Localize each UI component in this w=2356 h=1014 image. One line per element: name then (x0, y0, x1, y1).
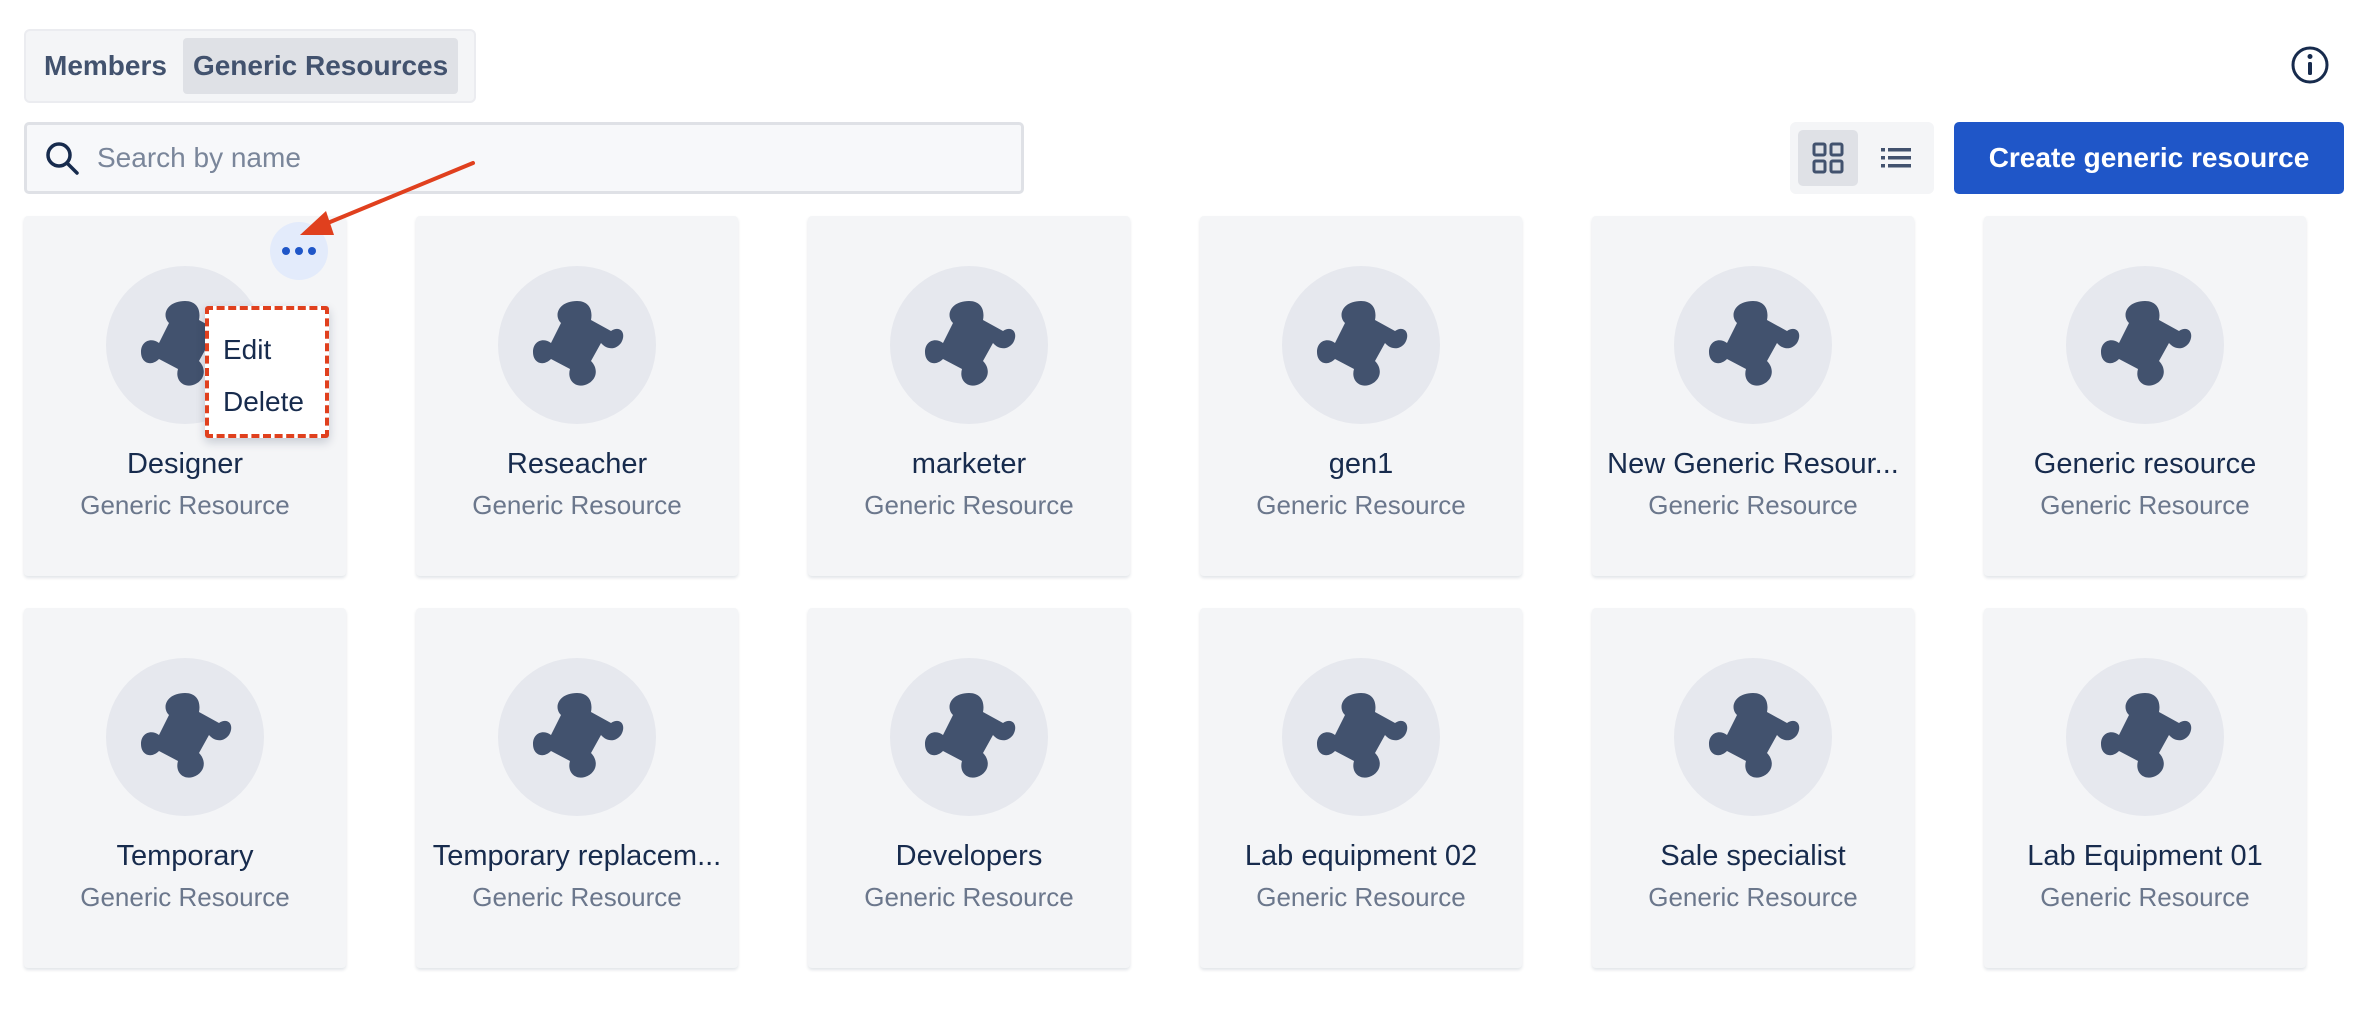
puzzle-icon (1317, 693, 1408, 778)
resource-card[interactable]: New Generic Resour... Generic Resource (1592, 216, 1914, 576)
resource-name: Lab equipment 02 (1244, 840, 1478, 872)
resource-avatar (106, 658, 264, 816)
grid-view-button[interactable] (1798, 130, 1858, 186)
resource-avatar (1674, 266, 1832, 424)
resource-card[interactable]: Temporary Generic Resource (24, 608, 346, 968)
view-toggle (1790, 122, 1934, 194)
resource-name: Sale specialist (1660, 840, 1846, 872)
resource-name: gen1 (1328, 448, 1394, 480)
resource-type: Generic Resource (80, 490, 290, 520)
resource-card[interactable]: gen1 Generic Resource (1200, 216, 1522, 576)
search-box (24, 122, 1024, 194)
resource-type: Generic Resource (80, 882, 290, 912)
resource-name: Developers (895, 840, 1043, 872)
resource-type: Generic Resource (1256, 882, 1466, 912)
resource-avatar (890, 658, 1048, 816)
resource-type: Generic Resource (864, 490, 1074, 520)
resource-card[interactable]: Generic resource Generic Resource (1984, 216, 2306, 576)
resource-avatar (498, 266, 656, 424)
resource-name: Reseacher (506, 448, 648, 480)
menu-item-delete[interactable]: Delete (223, 376, 325, 428)
resource-name: New Generic Resour... (1607, 448, 1899, 480)
resource-avatar (1674, 658, 1832, 816)
annotation-arrow (300, 161, 475, 235)
resource-card[interactable]: marketer Generic Resource (808, 216, 1130, 576)
puzzle-icon (141, 693, 232, 778)
resource-avatar (1282, 266, 1440, 424)
resource-card[interactable]: Reseacher Generic Resource (416, 216, 738, 576)
resource-card[interactable]: Lab equipment 02 Generic Resource (1200, 608, 1522, 968)
resource-card[interactable]: Developers Generic Resource (808, 608, 1130, 968)
puzzle-icon (1317, 301, 1408, 386)
resource-type: Generic Resource (2040, 490, 2250, 520)
puzzle-icon (1709, 693, 1800, 778)
search-icon (46, 142, 79, 175)
create-generic-resource-button[interactable]: Create generic resource (1954, 122, 2344, 194)
resource-name: marketer (911, 448, 1027, 480)
resource-card[interactable]: Sale specialist Generic Resource (1592, 608, 1914, 968)
list-view-icon (1881, 148, 1911, 168)
resource-type: Generic Resource (864, 882, 1074, 912)
resource-type: Generic Resource (1648, 490, 1858, 520)
resource-avatar (1282, 658, 1440, 816)
puzzle-icon (1709, 301, 1800, 386)
resource-card[interactable]: Temporary replacem... Generic Resource (416, 608, 738, 968)
more-icon (282, 247, 290, 255)
resource-avatar (498, 658, 656, 816)
resource-name: Lab Equipment 01 (2027, 840, 2263, 872)
resource-name: Temporary (116, 840, 254, 872)
resource-type: Generic Resource (2040, 882, 2250, 912)
resource-name: Generic resource (2033, 448, 2257, 480)
menu-item-edit[interactable]: Edit (223, 324, 325, 376)
resource-card[interactable]: Lab Equipment 01 Generic Resource (1984, 608, 2306, 968)
puzzle-icon (533, 693, 624, 778)
context-menu: Edit Delete (205, 306, 329, 438)
resource-name: Temporary replacem... (432, 840, 722, 872)
tab-bar: Members Generic Resources (24, 29, 476, 103)
resource-type: Generic Resource (1648, 882, 1858, 912)
search-input[interactable] (97, 142, 997, 174)
tab-generic-resources[interactable]: Generic Resources (182, 38, 459, 94)
resource-type: Generic Resource (1256, 490, 1466, 520)
resource-type: Generic Resource (472, 490, 682, 520)
resource-name: Designer (126, 448, 244, 480)
tab-members[interactable]: Members (34, 38, 177, 94)
list-view-button[interactable] (1866, 130, 1926, 186)
resource-avatar (890, 266, 1048, 424)
grid-view-icon (1812, 142, 1844, 174)
puzzle-icon (533, 301, 624, 386)
puzzle-icon (925, 693, 1016, 778)
puzzle-icon (2101, 301, 2192, 386)
puzzle-icon (2101, 693, 2192, 778)
resource-avatar (2066, 658, 2224, 816)
resource-type: Generic Resource (472, 882, 682, 912)
resource-avatar (2066, 266, 2224, 424)
info-icon[interactable] (2290, 45, 2330, 85)
puzzle-icon (925, 301, 1016, 386)
